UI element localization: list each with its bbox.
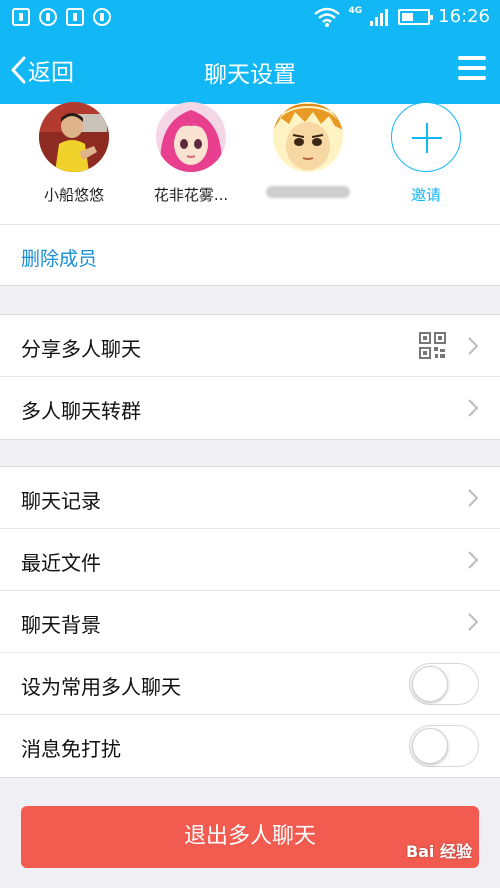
set-frequent-row: 设为常用多人聊天 [0,653,500,715]
chat-settings-group: 聊天记录 最近文件 聊天背景 设为常用多人聊天 消息免打扰 [0,466,500,778]
toggle-knob [412,728,448,764]
battery-level [402,12,414,21]
row-label: 设为常用多人聊天 [21,675,181,699]
do-not-disturb-toggle[interactable] [409,725,479,767]
remove-members-button[interactable]: 删除成员 [0,224,500,286]
recent-files-row[interactable]: 最近文件 [0,529,500,591]
qr-code-icon [419,332,446,359]
share-chat-row[interactable]: 分享多人聊天 [0,315,500,377]
wifi-icon [314,7,341,27]
row-label: 聊天记录 [21,489,101,513]
nav-bar: 返回 聊天设置 [0,34,500,104]
member-item[interactable] [253,102,363,198]
row-label: 聊天背景 [21,613,101,637]
avatar [273,102,343,172]
hamburger-menu-icon[interactable] [458,56,486,80]
invite-button[interactable]: 邀请 [371,102,481,205]
row-label: 分享多人聊天 [21,337,141,361]
share-settings-group: 分享多人聊天 多人聊天转群 [0,314,500,440]
member-list: 小船悠悠 花非花雾... 邀请 [0,102,500,224]
signal-icon [370,8,389,26]
sim-notification-icon [66,8,84,26]
toggle-knob [412,666,448,702]
member-item[interactable]: 花非花雾... [136,102,246,205]
alert-notification-icon [93,8,111,26]
clock: 16:26 [438,6,490,27]
chevron-right-icon [468,399,479,417]
battery-icon [398,8,434,25]
chat-background-row[interactable]: 聊天背景 [0,591,500,653]
chat-history-row[interactable]: 聊天记录 [0,467,500,529]
avatar [156,102,226,172]
chevron-right-icon [468,489,479,507]
remove-members-label: 删除成员 [21,248,98,270]
convert-to-group-row[interactable]: 多人聊天转群 [0,377,500,439]
image-notification-icon [12,8,30,26]
avatar [39,102,109,172]
chevron-right-icon [468,337,479,355]
member-item[interactable]: 小船悠悠 [19,102,129,205]
invite-label: 邀请 [410,186,441,204]
frequent-chat-toggle[interactable] [409,663,479,705]
row-label: 消息免打扰 [21,737,121,761]
member-name: 花非花雾... [153,186,229,204]
member-name: 小船悠悠 [43,186,104,204]
message-notification-icon [39,8,57,26]
page-title: 聊天设置 [204,62,296,88]
notification-icons [12,8,111,26]
network-type: 4G [348,5,363,16]
member-name-blurred [266,186,350,198]
do-not-disturb-row: 消息免打扰 [0,715,500,777]
status-bar: 4G 16:26 [0,0,500,34]
plus-icon [391,102,461,172]
chevron-right-icon [468,551,479,569]
watermark: Bai 经验 [405,842,472,861]
row-label: 最近文件 [21,551,101,575]
chevron-right-icon [468,613,479,631]
row-label: 多人聊天转群 [21,399,141,423]
